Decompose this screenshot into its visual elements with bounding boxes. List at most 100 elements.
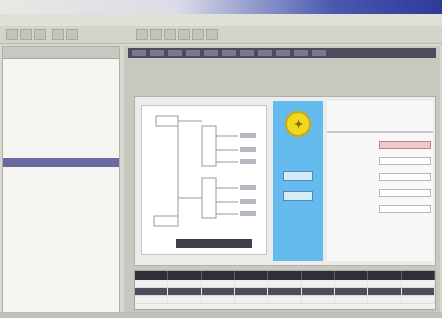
table-cell bbox=[302, 280, 335, 287]
sidebar-item[interactable] bbox=[3, 212, 119, 221]
toolbar-button[interactable] bbox=[136, 29, 148, 40]
table-cell bbox=[235, 296, 269, 303]
table-cell bbox=[268, 296, 302, 303]
toolbar-button[interactable] bbox=[6, 29, 18, 40]
grid-body bbox=[135, 280, 435, 304]
sidebar-item[interactable] bbox=[3, 131, 119, 140]
status-bar bbox=[0, 312, 442, 318]
grid-column-header[interactable] bbox=[402, 271, 435, 280]
tab[interactable] bbox=[222, 50, 236, 56]
diagram-label bbox=[240, 199, 256, 204]
toolbar bbox=[0, 26, 442, 44]
table-cell bbox=[202, 288, 235, 295]
sidebar-item[interactable] bbox=[3, 95, 119, 104]
sidebar-item[interactable] bbox=[3, 86, 119, 95]
tab[interactable] bbox=[168, 50, 182, 56]
toolbar-button[interactable] bbox=[66, 29, 78, 40]
diagram-caption-bar bbox=[176, 239, 252, 248]
sidebar-item[interactable] bbox=[3, 176, 119, 185]
table-cell bbox=[335, 288, 369, 295]
toolbar-button[interactable] bbox=[150, 29, 162, 40]
panel-button-1[interactable] bbox=[283, 171, 313, 181]
toolbar-button[interactable] bbox=[164, 29, 176, 40]
diagram-drawing bbox=[153, 115, 256, 227]
toolbar-button[interactable] bbox=[178, 29, 190, 40]
form-field[interactable] bbox=[379, 141, 431, 149]
sidebar-item[interactable] bbox=[3, 149, 119, 158]
sidebar-item[interactable] bbox=[3, 77, 119, 86]
tab[interactable] bbox=[186, 50, 200, 56]
toolbar-button[interactable] bbox=[192, 29, 204, 40]
table-row[interactable] bbox=[135, 296, 435, 304]
form-field[interactable] bbox=[379, 205, 431, 213]
table-cell bbox=[135, 296, 169, 303]
sidebar-item[interactable] bbox=[3, 158, 119, 167]
brand-panel: ✦ bbox=[273, 101, 323, 261]
table-cell bbox=[168, 288, 202, 295]
grid-column-header[interactable] bbox=[302, 271, 335, 280]
table-cell bbox=[168, 296, 202, 303]
sidebar-item[interactable] bbox=[3, 185, 119, 194]
grid-column-header[interactable] bbox=[268, 271, 302, 280]
tab[interactable] bbox=[204, 50, 218, 56]
diagram-node bbox=[201, 177, 217, 219]
table-cell bbox=[235, 288, 269, 295]
sidebar-item[interactable] bbox=[3, 167, 119, 176]
diagram-label bbox=[240, 185, 256, 190]
table-cell bbox=[335, 280, 369, 287]
form-field[interactable] bbox=[379, 189, 431, 197]
grid-column-header[interactable] bbox=[235, 271, 269, 280]
toolbar-button[interactable] bbox=[20, 29, 32, 40]
grid-column-header[interactable] bbox=[202, 271, 235, 280]
tab[interactable] bbox=[132, 50, 146, 56]
toolbar-button[interactable] bbox=[206, 29, 218, 40]
sidebar-item[interactable] bbox=[3, 230, 119, 239]
grid-column-header[interactable] bbox=[335, 271, 369, 280]
grid-column-header[interactable] bbox=[135, 271, 169, 280]
menu-bar bbox=[0, 14, 442, 26]
grid-header bbox=[135, 271, 435, 280]
tab[interactable] bbox=[294, 50, 308, 56]
table-cell bbox=[402, 296, 435, 303]
table-cell bbox=[135, 280, 169, 287]
sidebar-item[interactable] bbox=[3, 104, 119, 113]
grid-column-header[interactable] bbox=[168, 271, 202, 280]
form-field[interactable] bbox=[379, 157, 431, 165]
sun-badge-icon: ✦ bbox=[285, 111, 311, 137]
sidebar-item[interactable] bbox=[3, 194, 119, 203]
table-cell bbox=[268, 280, 302, 287]
form-field[interactable] bbox=[379, 173, 431, 181]
tab[interactable] bbox=[240, 50, 254, 56]
sidebar-item[interactable] bbox=[3, 221, 119, 230]
table-cell bbox=[335, 296, 369, 303]
table-cell bbox=[368, 288, 402, 295]
diagram-node bbox=[155, 115, 179, 127]
document-preview: ✦ bbox=[134, 96, 436, 266]
table-cell bbox=[202, 296, 235, 303]
diagram-node bbox=[153, 215, 179, 227]
sidebar-item[interactable] bbox=[3, 59, 119, 68]
sidebar-item[interactable] bbox=[3, 203, 119, 212]
tab[interactable] bbox=[312, 50, 326, 56]
table-cell bbox=[168, 280, 202, 287]
diagram-label bbox=[240, 211, 256, 216]
sidebar-item[interactable] bbox=[3, 122, 119, 131]
table-row[interactable] bbox=[135, 288, 435, 296]
toolbar-button[interactable] bbox=[52, 29, 64, 40]
main-panel: ✦ bbox=[124, 46, 440, 314]
grid-column-header[interactable] bbox=[368, 271, 402, 280]
table-cell bbox=[268, 288, 302, 295]
tab[interactable] bbox=[276, 50, 290, 56]
tab[interactable] bbox=[150, 50, 164, 56]
diagram-label bbox=[240, 159, 256, 164]
sidebar-item[interactable] bbox=[3, 140, 119, 149]
panel-button-2[interactable] bbox=[283, 191, 313, 201]
table-cell bbox=[202, 280, 235, 287]
main-tabbar bbox=[128, 48, 436, 58]
diagram-label bbox=[240, 133, 256, 138]
tab[interactable] bbox=[258, 50, 272, 56]
toolbar-button[interactable] bbox=[34, 29, 46, 40]
table-row[interactable] bbox=[135, 280, 435, 288]
sidebar-item[interactable] bbox=[3, 68, 119, 77]
sidebar-item[interactable] bbox=[3, 113, 119, 122]
